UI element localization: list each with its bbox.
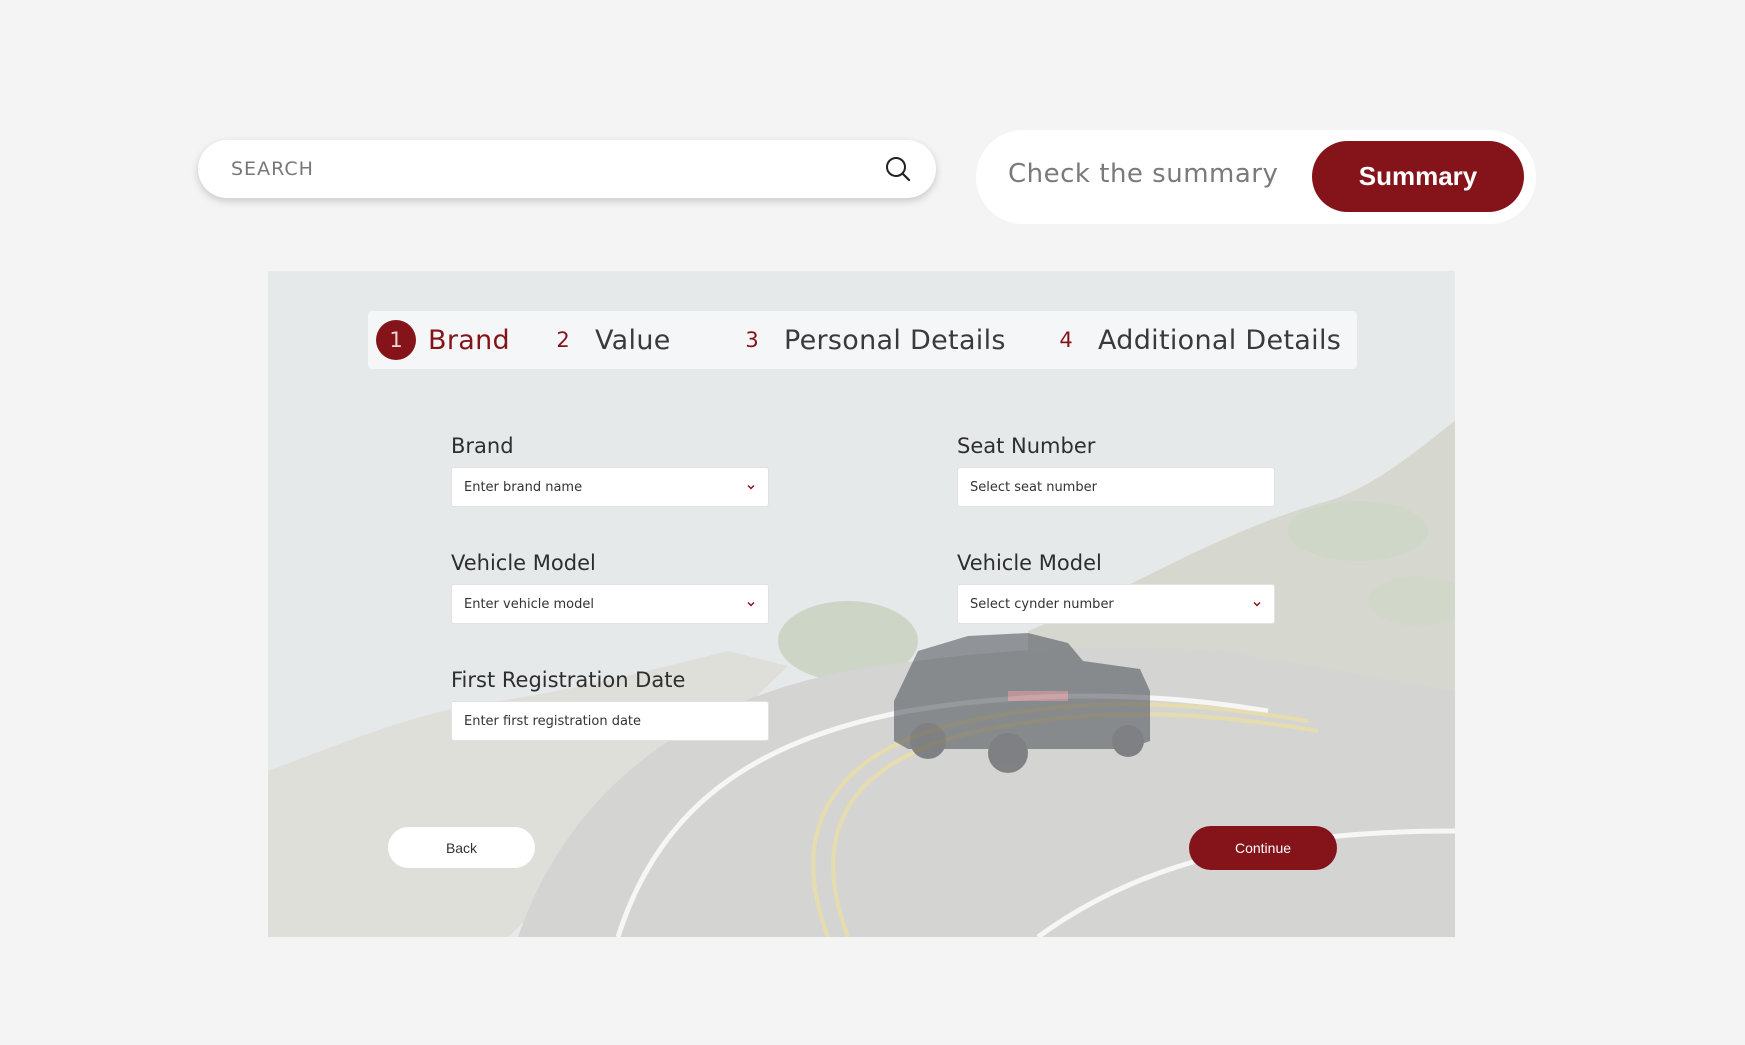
summary-prompt: Check the summary — [1008, 159, 1279, 189]
brand-select[interactable]: Enter brand name — [451, 467, 769, 507]
search-input[interactable]: SEARCH — [231, 158, 884, 180]
step-number: 3 — [745, 328, 759, 352]
first-registration-label: First Registration Date — [451, 668, 686, 692]
progress-stepper: 1 Brand 2 Value 3 Personal Details 4 Add… — [368, 311, 1357, 369]
step-label: Brand — [428, 324, 510, 356]
seat-number-label: Seat Number — [957, 434, 1096, 458]
brand-label: Brand — [451, 434, 514, 458]
brand-placeholder: Enter brand name — [464, 479, 583, 495]
cylinder-label: Vehicle Model — [957, 551, 1102, 575]
step-number: 1 — [376, 320, 416, 360]
step-label: Additional Details — [1098, 324, 1342, 356]
back-button[interactable]: Back — [388, 827, 535, 868]
search-icon[interactable] — [884, 155, 912, 183]
summary-button[interactable]: Summary — [1312, 141, 1524, 212]
vehicle-form-card: 1 Brand 2 Value 3 Personal Details 4 Add… — [268, 271, 1455, 937]
seat-number-field: Seat Number Select seat number — [957, 431, 1275, 507]
summary-panel: Check the summary Summary — [976, 130, 1536, 224]
step-personal-details[interactable]: 3 Personal Details — [732, 311, 1006, 369]
step-label: Personal Details — [784, 324, 1006, 356]
cylinder-placeholder: Select cynder number — [970, 596, 1114, 612]
brand-field: Brand Enter brand name — [451, 431, 769, 507]
chevron-down-icon — [747, 484, 755, 490]
continue-button[interactable]: Continue — [1189, 826, 1337, 870]
step-brand[interactable]: 1 Brand — [376, 311, 510, 369]
cylinder-select[interactable]: Select cynder number — [957, 584, 1275, 624]
step-number: 2 — [556, 328, 570, 352]
chevron-down-icon — [1253, 601, 1261, 607]
seat-number-placeholder: Select seat number — [970, 479, 1097, 495]
vehicle-model-field: Vehicle Model Enter vehicle model — [451, 548, 769, 624]
vehicle-model-label: Vehicle Model — [451, 551, 596, 575]
vehicle-model-placeholder: Enter vehicle model — [464, 596, 594, 612]
step-number: 4 — [1059, 328, 1073, 352]
seat-number-input[interactable]: Select seat number — [957, 467, 1275, 507]
step-value[interactable]: 2 Value — [543, 311, 671, 369]
cylinder-field: Vehicle Model Select cynder number — [957, 548, 1275, 624]
step-label: Value — [595, 324, 671, 356]
first-registration-field: First Registration Date Enter first regi… — [451, 665, 769, 741]
vehicle-model-select[interactable]: Enter vehicle model — [451, 584, 769, 624]
chevron-down-icon — [747, 601, 755, 607]
first-registration-input[interactable]: Enter first registration date — [451, 701, 769, 741]
first-registration-placeholder: Enter first registration date — [464, 713, 642, 729]
step-additional-details[interactable]: 4 Additional Details — [1046, 311, 1341, 369]
search-bar[interactable]: SEARCH — [198, 140, 936, 198]
